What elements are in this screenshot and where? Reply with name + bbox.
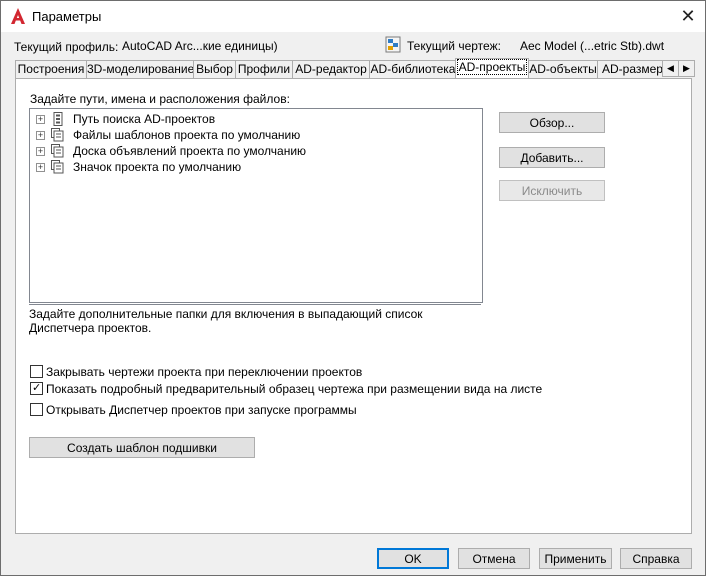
tree-item-label: Файлы шаблонов проекта по умолчанию xyxy=(73,128,301,142)
window-title: Параметры xyxy=(32,9,102,24)
browse-button[interactable]: Обзор... xyxy=(499,112,605,133)
close-icon: ✕ xyxy=(680,6,696,26)
tab-label: AD-проекты xyxy=(456,59,528,75)
search-path-icon xyxy=(53,112,63,126)
expand-icon[interactable]: + xyxy=(36,163,45,172)
tab-ad-editor[interactable]: AD-редактор xyxy=(292,60,370,78)
chevron-right-icon: ▶ xyxy=(683,63,690,73)
tab-scroll-right-button[interactable]: ▶ xyxy=(678,60,695,77)
tab-3d-modeling[interactable]: 3D-моделирование xyxy=(86,60,194,78)
tab-scroll-left-button[interactable]: ◀ xyxy=(662,60,679,77)
tab-label: 3D-моделирование xyxy=(87,62,194,76)
detailed-preview-checkbox[interactable] xyxy=(30,381,43,395)
chevron-left-icon: ◀ xyxy=(667,63,674,73)
paths-section-label: Задайте пути, имена и расположения файло… xyxy=(30,92,290,106)
tab-selection[interactable]: Выбор xyxy=(193,60,236,78)
close-drawings-label[interactable]: Закрывать чертежи проекта при переключен… xyxy=(46,365,362,379)
add-button[interactable]: Добавить... xyxy=(499,147,605,168)
close-button[interactable]: ✕ xyxy=(673,3,703,29)
tab-label: AD-редактор xyxy=(295,62,367,76)
tab-ad-projects[interactable]: AD-проекты xyxy=(455,58,529,78)
tab-label: Выбор xyxy=(196,62,233,76)
tab-profiles[interactable]: Профили xyxy=(235,60,293,78)
help-button[interactable]: Справка xyxy=(620,548,692,569)
drawing-file-icon xyxy=(385,36,401,53)
current-drawing-value: Aec Model (...etric Stb).dwt xyxy=(520,39,665,53)
expand-icon[interactable]: + xyxy=(36,147,45,156)
expand-icon[interactable]: + xyxy=(36,131,45,140)
create-sheet-template-button[interactable]: Создать шаблон подшивки xyxy=(29,437,255,458)
tab-label: AD-объекты xyxy=(529,62,597,76)
tab-label: Построения xyxy=(17,62,85,76)
detailed-preview-label[interactable]: Показать подробный предварительный образ… xyxy=(46,382,542,396)
autocad-a-icon xyxy=(11,8,25,24)
cancel-button[interactable]: Отмена xyxy=(458,548,530,569)
title-bar: Параметры ✕ xyxy=(1,1,705,32)
folders-icon xyxy=(51,128,64,142)
paths-tree[interactable]: + Путь поиска AD-проектов + Файлы шаблон… xyxy=(29,108,483,303)
folders-icon xyxy=(51,160,64,174)
open-project-manager-label[interactable]: Открывать Диспетчер проектов при запуске… xyxy=(46,403,357,417)
close-drawings-checkbox[interactable] xyxy=(30,365,43,378)
tab-label: Профили xyxy=(237,62,291,76)
current-profile-label: Текущий профиль: xyxy=(14,40,119,54)
current-drawing-label: Текущий чертеж: xyxy=(407,39,501,53)
tree-item-label: Значок проекта по умолчанию xyxy=(73,160,242,174)
tab-ad-objects[interactable]: AD-объекты xyxy=(528,60,598,78)
current-profile-value: AutoCAD Arc...кие единицы) xyxy=(122,39,278,53)
expand-icon[interactable]: + xyxy=(36,115,45,124)
remove-button[interactable]: Исключить xyxy=(499,180,605,201)
options-dialog: Параметры ✕ Текущий профиль: AutoCAD Arc… xyxy=(0,0,706,576)
footer-buttons: OK Отмена Применить Справка xyxy=(1,541,705,575)
open-project-manager-checkbox[interactable] xyxy=(30,403,43,416)
tab-ad-library[interactable]: AD-библиотека xyxy=(369,60,457,78)
description-text: Задайте дополнительные папки для включен… xyxy=(29,307,423,335)
tab-label: AD-библиотека xyxy=(370,62,456,76)
tab-strip: Построения 3D-моделирование Выбор Профил… xyxy=(15,58,677,78)
tree-item-label: Путь поиска AD-проектов xyxy=(73,112,216,126)
ok-button[interactable]: OK xyxy=(377,548,449,569)
folders-icon xyxy=(51,144,64,158)
tree-item-label: Доска объявлений проекта по умолчанию xyxy=(73,144,307,158)
description-box: Задайте дополнительные папки для включен… xyxy=(29,304,481,345)
tab-stroenie[interactable]: Построения xyxy=(15,60,87,78)
apply-button[interactable]: Применить xyxy=(539,548,612,569)
